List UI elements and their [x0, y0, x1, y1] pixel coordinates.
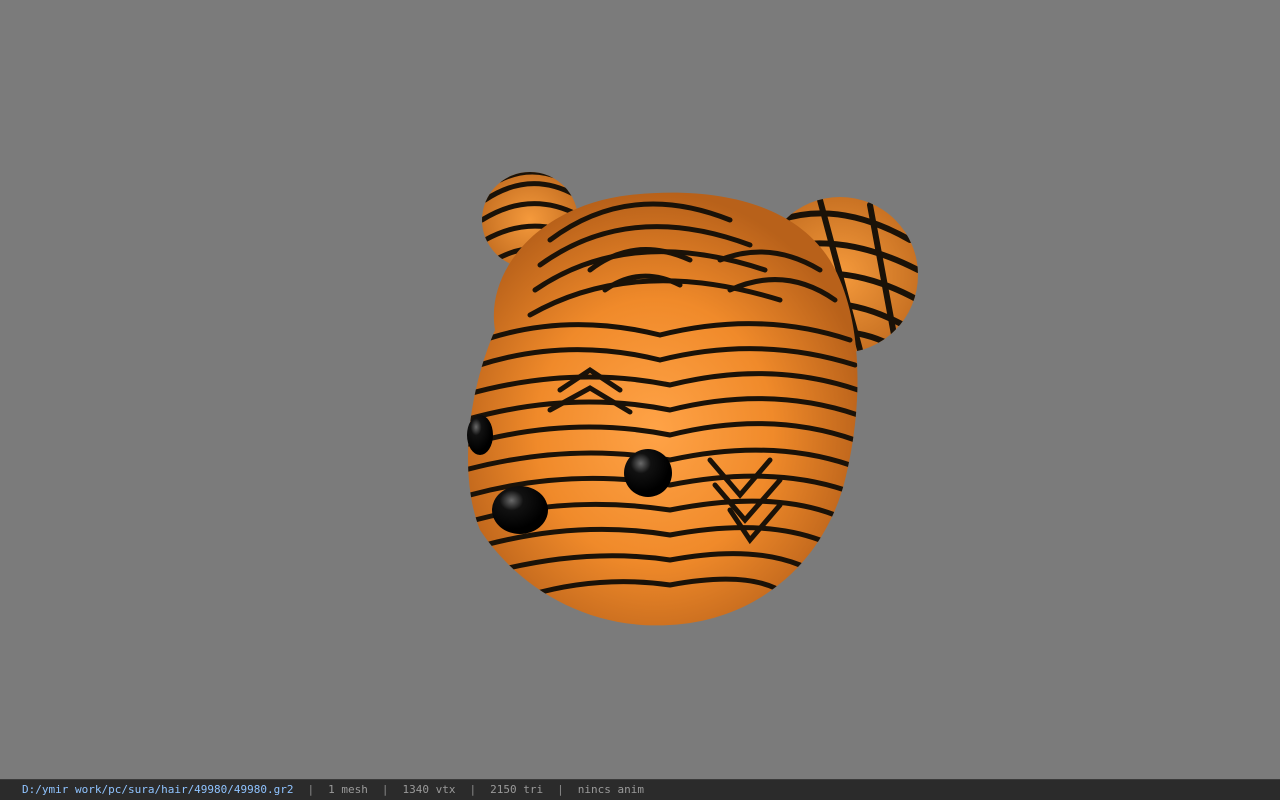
- mesh-count: 1 mesh: [328, 783, 368, 796]
- separator: |: [469, 783, 477, 796]
- left-eye: [467, 415, 493, 455]
- file-path: D:/ymir work/pc/sura/hair/49980/49980.gr…: [22, 783, 294, 796]
- tiger-bear-head-model: [467, 172, 918, 626]
- separator: |: [381, 783, 389, 796]
- animation-status: nincs anim: [577, 783, 644, 796]
- nose: [492, 486, 548, 534]
- right-eye: [624, 449, 672, 497]
- 3d-viewport[interactable]: [0, 0, 1280, 779]
- vertex-count: 1340 vtx: [402, 783, 456, 796]
- separator: |: [557, 783, 564, 796]
- head: [467, 192, 858, 626]
- triangle-count: 2150 tri: [490, 783, 544, 796]
- separator: |: [307, 783, 315, 796]
- status-bar: D:/ymir work/pc/sura/hair/49980/49980.gr…: [0, 779, 1280, 800]
